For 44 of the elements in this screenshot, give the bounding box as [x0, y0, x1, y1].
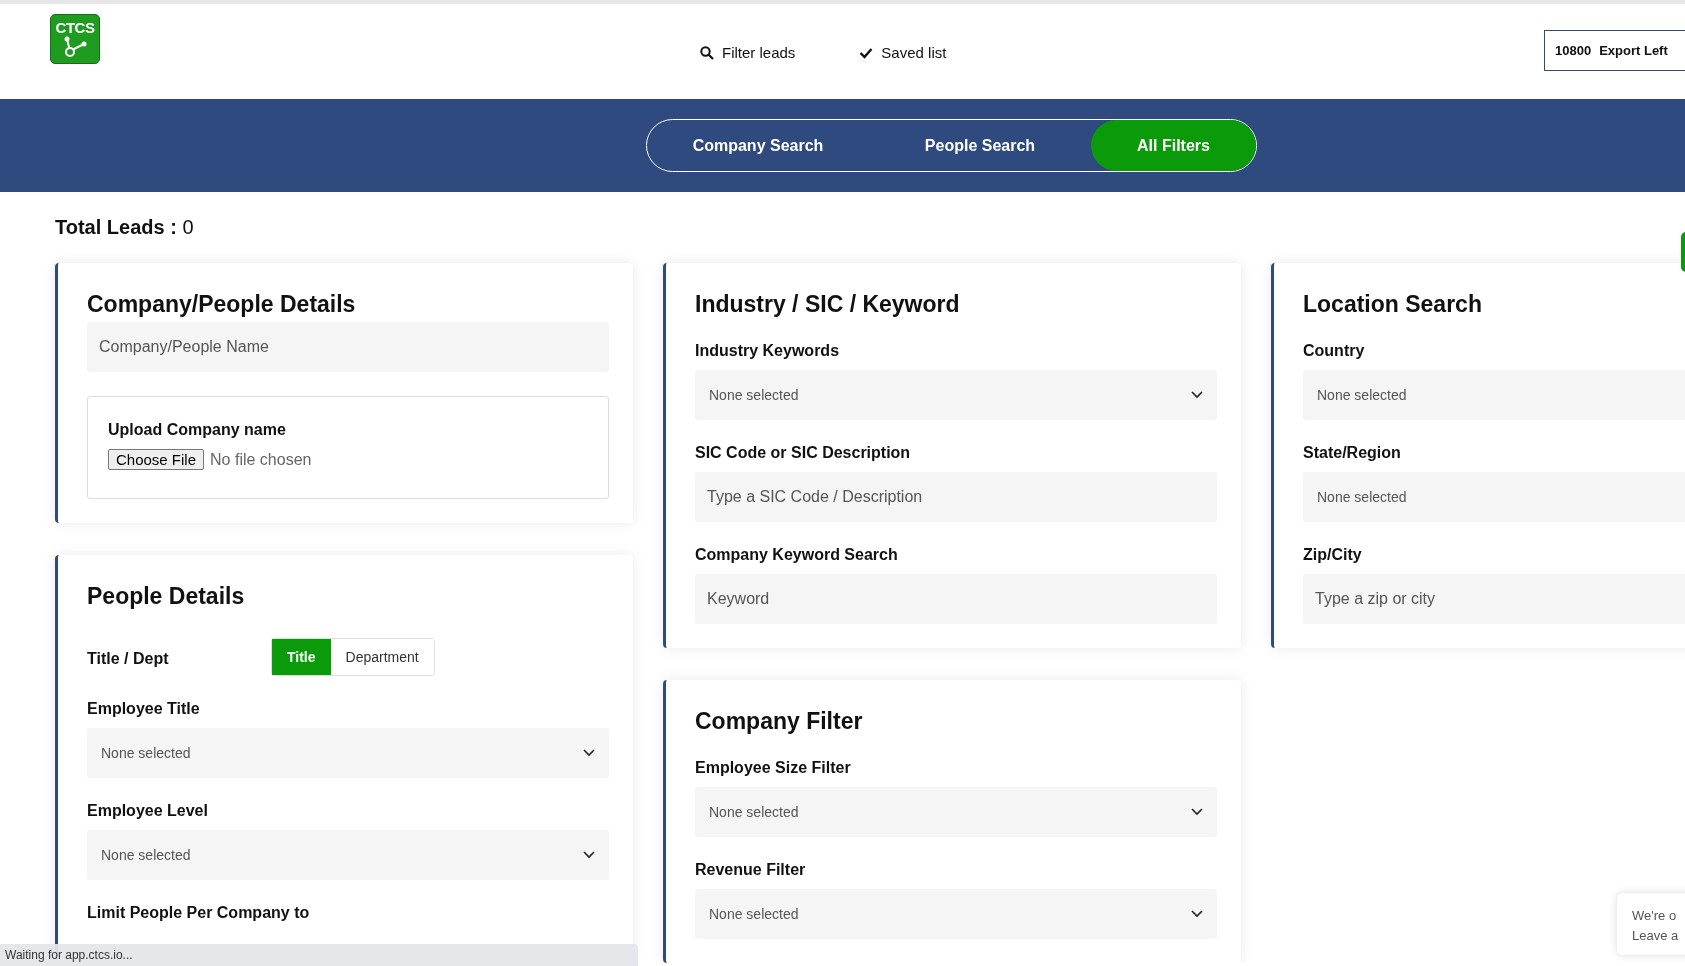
file-status: No file chosen — [210, 450, 312, 469]
export-counter: 10800 Export Left — [1544, 30, 1685, 71]
chat-widget[interactable]: We're o Leave a — [1617, 893, 1685, 955]
field-label: Limit People Per Company to — [87, 904, 311, 922]
field-label: Revenue Filter — [695, 861, 807, 879]
nav-link[interactable]: Saved list — [859, 44, 947, 61]
status-bar: Waiting for app.ctcs.io... — [0, 944, 638, 966]
field-label: SIC Code or SIC Description — [695, 444, 912, 462]
field-label: Employee Level — [87, 802, 209, 820]
card-title: Company Filter — [695, 708, 864, 735]
choose-file-button[interactable]: Choose File — [108, 449, 205, 470]
dropdown-select[interactable]: None selected — [695, 787, 1217, 837]
text-field[interactable]: Company/People Name — [87, 322, 609, 372]
segment-option[interactable]: Title — [272, 639, 331, 675]
dropdown-select[interactable]: None selected — [695, 889, 1217, 939]
dropdown-select[interactable]: None selected — [1303, 472, 1685, 522]
dropdown-select[interactable]: None selected — [695, 370, 1217, 420]
field-label: Employee Title — [87, 700, 201, 718]
field-label: Country — [1303, 342, 1366, 360]
card-title: Company/People Details — [87, 291, 357, 318]
field-label: Company Keyword Search — [695, 546, 899, 564]
field-label: Upload Company name — [108, 421, 287, 439]
field-label: Title / Dept — [87, 650, 170, 668]
search-tab[interactable]: Company Search — [647, 120, 869, 171]
search-tab[interactable]: All Filters — [1091, 120, 1256, 171]
field-label: State/Region — [1303, 444, 1402, 462]
field-label: Industry Keywords — [695, 342, 841, 360]
dropdown-select[interactable]: None selected — [87, 830, 609, 880]
card-title: Industry / SIC / Keyword — [695, 291, 961, 318]
search-tab[interactable]: People Search — [869, 120, 1091, 171]
field-label: Zip/City — [1303, 546, 1363, 564]
dropdown-select[interactable]: None selected — [87, 728, 609, 778]
check-icon — [859, 46, 874, 59]
total-leads: Total Leads : 0 — [55, 216, 195, 239]
nav-link[interactable]: Filter leads — [700, 44, 796, 61]
ctcs-logo[interactable]: CTCS — [50, 14, 100, 64]
field-label: Employee Size Filter — [695, 759, 852, 777]
text-field[interactable]: Keyword — [695, 574, 1217, 624]
card-title: Location Search — [1303, 291, 1483, 318]
card-title: People Details — [87, 583, 246, 610]
text-field[interactable]: Type a zip or city — [1303, 574, 1685, 624]
search-icon — [700, 45, 714, 60]
dropdown-select[interactable]: None selected — [1303, 370, 1685, 420]
text-field[interactable]: Type a SIC Code / Description — [695, 472, 1217, 522]
